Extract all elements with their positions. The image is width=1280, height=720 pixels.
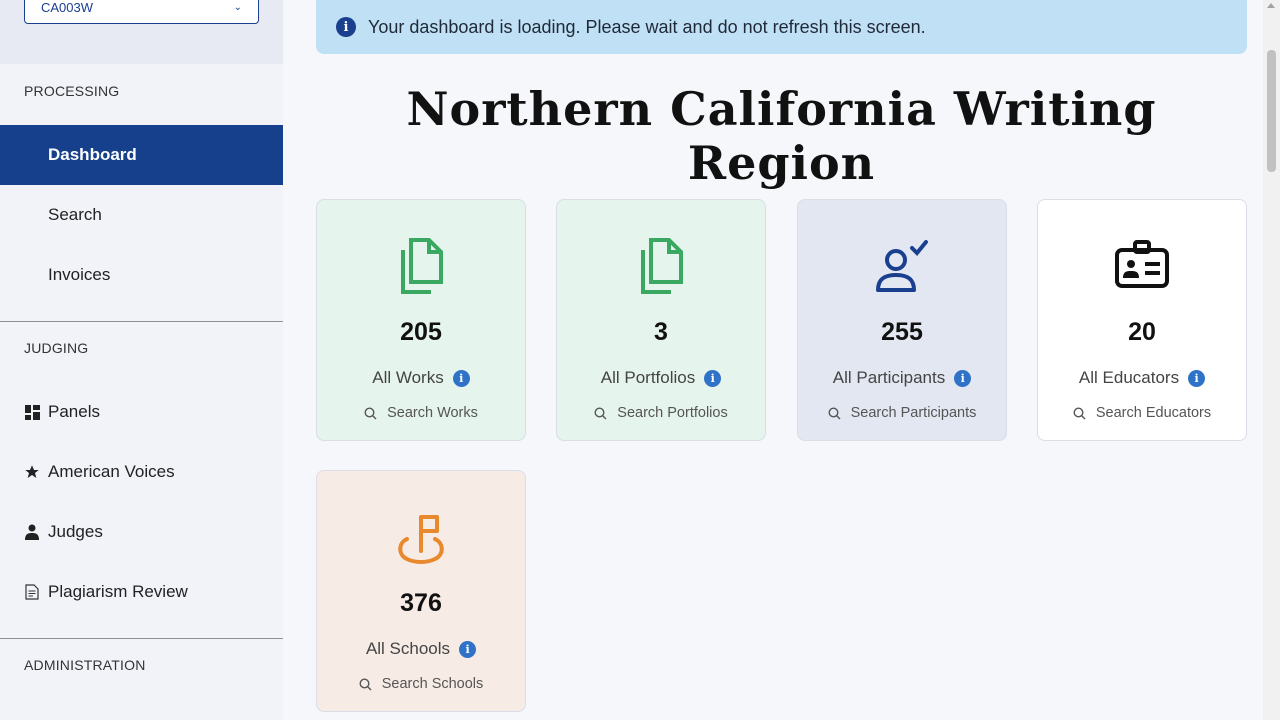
info-icon[interactable]: i	[452, 369, 470, 387]
search-works-link[interactable]: Search Works	[317, 405, 525, 421]
search-educators-link[interactable]: Search Educators	[1038, 405, 1246, 421]
documents-icon	[557, 238, 765, 298]
chevron-down-icon: ⌄	[233, 1, 242, 13]
sidebar-item-label: Dashboard	[48, 145, 137, 164]
card-label: All Educators	[1078, 368, 1180, 387]
sidebar-item-plagiarism-review[interactable]: Plagiarism Review	[0, 562, 283, 622]
search-portfolios-link[interactable]: Search Portfolios	[557, 405, 765, 421]
loading-alert: i Your dashboard is loading. Please wait…	[316, 0, 1247, 54]
sidebar-item-panels[interactable]: Panels	[0, 382, 283, 442]
sidebar-item-invoices[interactable]: Invoices	[0, 245, 283, 305]
sidebar-item-label: Plagiarism Review	[48, 582, 188, 601]
grid-icon	[24, 404, 40, 420]
sidebar-item-label: Invoices	[48, 265, 111, 284]
search-icon	[594, 406, 607, 419]
card-label: All Portfolios	[600, 368, 696, 387]
scrollbar-thumb[interactable]	[1267, 50, 1276, 172]
card-all-schools: 376 All Schools i Search Schools	[316, 470, 526, 712]
person-check-icon	[798, 238, 1006, 298]
card-count: 205	[400, 318, 442, 346]
region-select[interactable]: CA003W ⌄	[24, 0, 259, 24]
info-icon[interactable]: i	[459, 640, 477, 658]
card-search-label: Search Educators	[1095, 405, 1212, 421]
card-search-label: Search Works	[387, 405, 478, 421]
sidebar-header: CA003W ⌄	[0, 0, 283, 64]
documents-icon	[317, 238, 525, 298]
card-all-works: 205 All Works i Search Works	[316, 199, 526, 441]
card-count: 255	[881, 318, 923, 346]
id-badge-icon	[1038, 238, 1246, 298]
sidebar-item-judges[interactable]: Judges	[0, 502, 283, 562]
card-search-label: Search Portfolios	[617, 405, 728, 421]
search-icon	[364, 406, 377, 419]
page-scrollbar[interactable]	[1263, 0, 1280, 720]
sidebar-item-label: Search	[48, 205, 102, 224]
page-title: Northern California Writing Region	[406, 82, 1157, 190]
star-icon	[24, 464, 40, 480]
search-participants-link[interactable]: Search Participants	[798, 405, 1006, 421]
card-count: 3	[654, 318, 668, 346]
card-label: All Participants	[832, 368, 946, 387]
card-all-portfolios: 3 All Portfolios i Search Portfolios	[556, 199, 766, 441]
sidebar-item-american-voices[interactable]: American Voices	[0, 442, 283, 502]
section-label-judging: JUDGING	[24, 340, 89, 356]
info-icon[interactable]: i	[704, 369, 722, 387]
person-icon	[24, 524, 40, 540]
region-select-value: CA003W	[41, 0, 94, 15]
sidebar-item-label: Judges	[48, 522, 103, 541]
card-all-participants: 255 All Participants i Search Participan…	[797, 199, 1007, 441]
sidebar-item-search[interactable]: Search	[0, 185, 283, 245]
card-all-educators: 20 All Educators i Search Educators	[1037, 199, 1247, 441]
section-label-administration: ADMINISTRATION	[24, 657, 146, 673]
search-schools-link[interactable]: Search Schools	[317, 676, 525, 692]
card-count: 20	[1128, 318, 1156, 346]
alert-text: Your dashboard is loading. Please wait a…	[368, 16, 926, 37]
info-icon: i	[336, 17, 356, 37]
card-label: All Schools	[365, 639, 451, 658]
section-label-processing: PROCESSING	[24, 83, 120, 99]
sidebar-item-label: Panels	[48, 402, 100, 421]
card-search-label: Search Participants	[850, 405, 977, 421]
card-count: 376	[400, 589, 442, 617]
main-content: i Your dashboard is loading. Please wait…	[300, 0, 1263, 720]
sidebar: CA003W ⌄ PROCESSING Dashboard Search Inv…	[0, 0, 283, 720]
info-icon[interactable]: i	[1188, 369, 1206, 387]
sidebar-item-dashboard[interactable]: Dashboard	[0, 125, 283, 185]
search-icon	[1073, 406, 1086, 419]
info-icon[interactable]: i	[954, 369, 972, 387]
flag-location-icon	[317, 509, 525, 569]
sidebar-item-label: American Voices	[48, 462, 175, 481]
card-label: All Works	[372, 368, 444, 387]
card-search-label: Search Schools	[381, 676, 484, 692]
scroll-up-arrow-icon[interactable]	[1267, 3, 1275, 8]
search-icon	[828, 406, 841, 419]
search-icon	[359, 677, 372, 690]
document-icon	[24, 584, 40, 600]
